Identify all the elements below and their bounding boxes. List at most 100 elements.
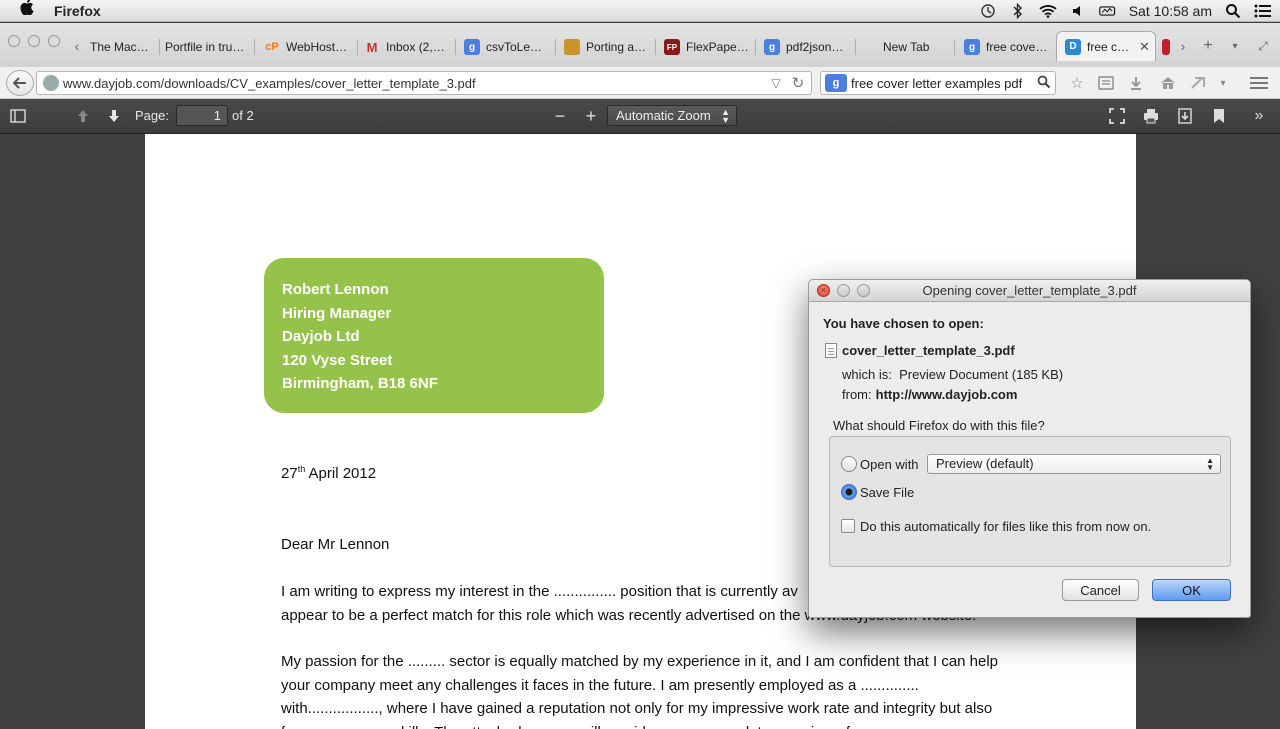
fullscreen-arrows-icon[interactable]: ⤢ xyxy=(1254,37,1272,55)
tab-list-chevron-icon[interactable]: ▾ xyxy=(1226,37,1244,55)
google-favicon-icon: g xyxy=(464,39,480,55)
address-line: Hiring Manager xyxy=(282,304,392,322)
app-name-menu[interactable]: Firefox xyxy=(54,3,101,19)
paragraph-line: for my ............... skills. The attac… xyxy=(281,721,1041,729)
tab-webhost[interactable]: cP WebHost… xyxy=(264,35,358,59)
letter-salutation: Dear Mr Lennon xyxy=(281,536,390,553)
tab-close-icon[interactable]: ✕ xyxy=(1139,39,1150,55)
zoom-select[interactable]: Automatic Zoom ▲ ▼ xyxy=(607,105,737,126)
zoom-select-chevron-icon: ▲ ▼ xyxy=(721,107,730,125)
url-bar[interactable]: www.dayjob.com/downloads/CV_examples/cov… xyxy=(36,71,812,95)
home-icon[interactable] xyxy=(1157,73,1179,93)
tab-portfile[interactable]: Portfile in tru… xyxy=(165,35,255,59)
address-line: Robert Lennon xyxy=(282,281,389,298)
apple-menu-icon[interactable] xyxy=(18,0,36,22)
tab-label: The Mac… xyxy=(90,40,149,54)
back-arrow-icon xyxy=(13,77,26,89)
action-question: What should Firefox do with this file? xyxy=(833,418,1045,433)
open-with-app-select[interactable]: Preview (default) ▲ ▼ xyxy=(927,454,1221,474)
addon-dropdown-chevron-icon[interactable]: ▾ xyxy=(1212,73,1234,93)
addon-icon[interactable] xyxy=(1187,73,1209,93)
spotlight-search-icon[interactable] xyxy=(1224,3,1242,19)
select-chevron-icon: ▲ ▼ xyxy=(1206,456,1214,472)
reload-icon[interactable]: ↻ xyxy=(789,74,807,92)
open-with-radio[interactable] xyxy=(841,456,857,472)
time-machine-icon[interactable] xyxy=(979,3,997,19)
open-with-label[interactable]: Open with xyxy=(860,457,919,472)
save-file-label[interactable]: Save File xyxy=(860,485,914,500)
tab-label: New Tab xyxy=(883,40,930,54)
which-is-value: Preview Document (185 KB) xyxy=(899,367,1064,382)
tab-label: free cove… xyxy=(986,40,1048,54)
window-minimize-button[interactable] xyxy=(28,35,40,47)
tab-free-cover-active[interactable]: D free c… ✕ xyxy=(1056,31,1156,61)
site-favicon-icon xyxy=(1162,39,1170,55)
chosen-label: You have chosen to open: xyxy=(823,316,984,331)
paragraph-line: with................., where I have gain… xyxy=(281,700,993,717)
menu-hamburger-icon[interactable] xyxy=(1248,73,1270,93)
search-engine-icon[interactable]: g xyxy=(825,74,847,92)
zoom-select-value: Automatic Zoom xyxy=(616,108,711,123)
download-icon[interactable] xyxy=(1174,106,1196,126)
next-page-icon[interactable] xyxy=(103,106,125,126)
google-favicon-icon: g xyxy=(964,39,980,55)
cancel-button[interactable]: Cancel xyxy=(1062,579,1139,601)
ok-button[interactable]: OK xyxy=(1152,579,1231,601)
reading-list-icon[interactable] xyxy=(1095,73,1117,93)
page-number-input[interactable]: 1 xyxy=(176,105,228,126)
search-magnifier-icon[interactable] xyxy=(1037,75,1051,92)
tab-porting[interactable]: Porting a… xyxy=(564,35,656,59)
auto-action-label[interactable]: Do this automatically for files like thi… xyxy=(860,519,1151,534)
print-icon[interactable] xyxy=(1140,106,1162,126)
recipient-address-box: Robert Lennon Hiring Manager Dayjob Ltd … xyxy=(264,258,604,413)
url-dropdown-chevron-icon[interactable]: ▽ xyxy=(767,74,785,92)
pdf-viewer-toolbar: Page: 1 of 2 − + Automatic Zoom ▲ ▼ » xyxy=(0,99,1280,134)
url-text[interactable]: www.dayjob.com/downloads/CV_examples/cov… xyxy=(63,76,767,91)
menubar-clock[interactable]: Sat 10:58 am xyxy=(1129,3,1212,19)
file-type-line: which is: Preview Document (185 KB) xyxy=(842,367,1063,382)
save-file-radio[interactable] xyxy=(841,484,857,500)
zoom-in-icon[interactable]: + xyxy=(580,106,602,126)
tab-inbox[interactable]: M Inbox (2,… xyxy=(364,35,456,59)
tab-free-cover-google[interactable]: g free cove… xyxy=(964,35,1054,59)
volume-icon[interactable] xyxy=(1069,3,1087,19)
tab-flexpaper[interactable]: FP FlexPape… xyxy=(664,35,756,59)
bookmark-star-icon[interactable]: ☆ xyxy=(1066,73,1088,93)
address-line: 120 Vyse Street xyxy=(282,351,393,369)
site-identity-globe-icon[interactable] xyxy=(43,75,59,91)
search-bar[interactable]: g free cover letter examples pdf xyxy=(820,71,1056,95)
page-total-label: of 2 xyxy=(232,108,254,123)
bookmark-icon[interactable] xyxy=(1208,106,1230,126)
tab-pdf2json[interactable]: g pdf2json… xyxy=(764,35,856,59)
date-day: 27 xyxy=(281,465,298,482)
tab-overflow[interactable] xyxy=(1162,35,1172,59)
tab-scroll-left-icon[interactable]: ‹ xyxy=(68,37,86,55)
battery-monitor-icon[interactable] xyxy=(1098,3,1117,19)
tab-scroll-right-icon[interactable]: › xyxy=(1174,37,1192,55)
dialog-titlebar: × Opening cover_letter_template_3.pdf xyxy=(809,280,1250,302)
tools-chevron-icon[interactable]: » xyxy=(1248,106,1270,126)
bluetooth-icon[interactable] xyxy=(1009,3,1027,19)
back-button[interactable] xyxy=(6,70,34,96)
open-file-dialog: × Opening cover_letter_template_3.pdf Yo… xyxy=(808,279,1251,618)
notification-center-icon[interactable] xyxy=(1254,3,1272,19)
window-zoom-button[interactable] xyxy=(48,35,60,47)
tab-csvtole[interactable]: g csvToLe… xyxy=(464,35,556,59)
window-close-button[interactable] xyxy=(8,35,20,47)
address-line: Birmingham, B18 6NF xyxy=(282,375,438,392)
previous-page-icon[interactable] xyxy=(72,106,94,126)
zoom-out-icon[interactable]: − xyxy=(549,106,571,126)
presentation-mode-icon[interactable] xyxy=(1106,106,1128,126)
auto-action-checkbox[interactable] xyxy=(841,519,855,533)
tab-label: WebHost… xyxy=(286,40,348,54)
downloads-arrow-icon[interactable] xyxy=(1125,73,1147,93)
sidebar-toggle-icon[interactable] xyxy=(7,106,29,126)
site-favicon-icon xyxy=(564,39,580,55)
open-with-app-value: Preview (default) xyxy=(936,456,1034,471)
tab-the-mac[interactable]: The Mac… xyxy=(90,35,160,59)
search-input[interactable]: free cover letter examples pdf xyxy=(851,76,1037,91)
tab-new-tab[interactable]: New Tab xyxy=(883,35,955,59)
date-rest: April 2012 xyxy=(305,465,377,482)
wifi-icon[interactable] xyxy=(1039,3,1057,19)
new-tab-plus-icon[interactable]: + xyxy=(1199,37,1217,55)
